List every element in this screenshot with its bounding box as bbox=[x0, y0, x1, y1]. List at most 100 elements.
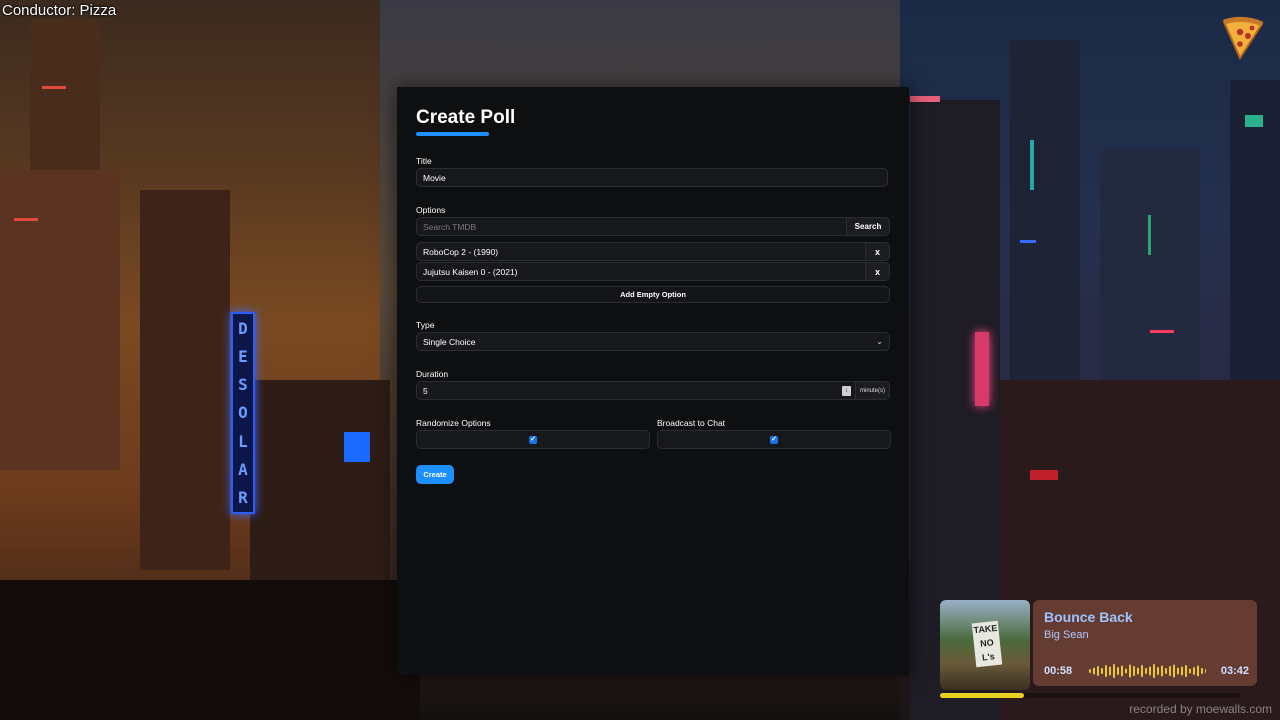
waveform-bar bbox=[1185, 665, 1187, 677]
waveform-bar bbox=[1117, 667, 1119, 675]
spinner-icon[interactable]: ↕ bbox=[842, 386, 851, 396]
waveform-bar bbox=[1101, 668, 1103, 674]
waveform-bar bbox=[1129, 664, 1131, 678]
neon-letter: A bbox=[238, 460, 248, 480]
remove-option-button[interactable]: x bbox=[865, 262, 890, 281]
track-artist: Big Sean bbox=[1044, 629, 1089, 641]
watermark: recorded by moewalls.com bbox=[1129, 702, 1272, 716]
type-label: Type bbox=[416, 320, 435, 330]
waveform-bar bbox=[1149, 666, 1151, 676]
title-input[interactable]: Movie bbox=[416, 168, 888, 187]
duration-value: 5 bbox=[423, 385, 428, 396]
create-poll-panel: Create Poll Title Movie Options Search T… bbox=[397, 87, 909, 675]
light bbox=[42, 86, 66, 89]
duration-label: Duration bbox=[416, 369, 449, 379]
option-input[interactable]: Jujutsu Kaisen 0 - (2021) bbox=[416, 262, 865, 281]
waveform-bar bbox=[1105, 665, 1107, 677]
waveform-bar bbox=[1161, 665, 1163, 677]
waveform-bar bbox=[1093, 667, 1095, 675]
broadcast-checkbox[interactable]: ✓ bbox=[770, 435, 778, 444]
building bbox=[0, 170, 120, 470]
waveform-bar bbox=[1153, 664, 1155, 678]
waveform-bar bbox=[1165, 668, 1167, 674]
waveform-bar bbox=[1201, 668, 1203, 674]
broadcast-checkbox-field[interactable]: ✓ bbox=[657, 430, 891, 449]
randomize-label: Randomize Options bbox=[416, 418, 491, 428]
waveform-bar bbox=[1145, 668, 1147, 674]
title-underline bbox=[416, 132, 489, 136]
building bbox=[250, 380, 390, 580]
options-label: Options bbox=[416, 205, 446, 215]
album-art-sign: TAKE NO L's bbox=[971, 620, 1003, 668]
duration-row: 5 ↕ minute(s) bbox=[416, 381, 890, 400]
title-label: Title bbox=[416, 156, 432, 166]
neon-letter: R bbox=[238, 488, 248, 508]
duration-unit: minute(s) bbox=[855, 381, 890, 400]
option-row: Jujutsu Kaisen 0 - (2021) x bbox=[416, 262, 890, 281]
building bbox=[1010, 40, 1080, 420]
album-art: TAKE NO L's bbox=[940, 600, 1030, 690]
pink-neon-sign bbox=[975, 332, 989, 406]
progress-fill bbox=[940, 693, 1024, 698]
light bbox=[910, 96, 940, 102]
randomize-checkbox[interactable]: ✓ bbox=[529, 435, 537, 444]
remove-option-button[interactable]: x bbox=[865, 242, 890, 261]
light bbox=[1030, 470, 1058, 480]
current-time: 00:58 bbox=[1044, 665, 1073, 677]
tmdb-search-input[interactable]: Search TMDB bbox=[416, 217, 846, 236]
neon-letter: D bbox=[238, 318, 248, 338]
add-empty-option-button[interactable]: Add Empty Option bbox=[416, 286, 890, 303]
neon-letter: L bbox=[238, 431, 248, 451]
light bbox=[1030, 140, 1034, 190]
waveform-bar bbox=[1173, 664, 1175, 678]
light bbox=[1150, 330, 1174, 333]
waveform-bar bbox=[1089, 669, 1091, 673]
waveform-bar bbox=[1109, 666, 1111, 676]
chevron-down-icon: ⌄ bbox=[876, 337, 883, 346]
waveform-bar bbox=[1205, 669, 1206, 673]
waveform-bar bbox=[1197, 665, 1199, 677]
desolar-neon-sign: D E S O L A R bbox=[231, 312, 255, 514]
neon-letter: S bbox=[238, 375, 248, 395]
neon-letter: O bbox=[238, 403, 248, 423]
tmdb-search-row: Search TMDB Search bbox=[416, 217, 890, 236]
broadcast-label: Broadcast to Chat bbox=[657, 418, 726, 428]
search-button[interactable]: Search bbox=[846, 217, 890, 236]
light bbox=[344, 432, 370, 462]
waveform-bar bbox=[1141, 665, 1143, 677]
waveform-bar bbox=[1133, 666, 1135, 676]
waveform-bar bbox=[1121, 665, 1123, 677]
type-select-value: Single Choice bbox=[423, 336, 476, 347]
now-playing-widget: TAKE NO L's Bounce Back Big Sean 00:58 0… bbox=[940, 600, 1257, 698]
track-title: Bounce Back bbox=[1044, 609, 1133, 625]
total-time: 03:42 bbox=[1220, 665, 1249, 677]
option-input[interactable]: RoboCop 2 - (1990) bbox=[416, 242, 865, 261]
page-title: Create Poll bbox=[416, 107, 516, 128]
pizza-icon bbox=[1222, 16, 1264, 61]
waveform-bar bbox=[1169, 666, 1171, 676]
waveform-bar bbox=[1181, 666, 1183, 676]
light bbox=[1020, 240, 1036, 243]
waveform-bar bbox=[1125, 668, 1127, 674]
building bbox=[0, 580, 420, 720]
waveform-bar bbox=[1113, 664, 1115, 678]
waveform-bar bbox=[1137, 667, 1139, 675]
duration-input[interactable]: 5 ↕ bbox=[416, 381, 855, 400]
conductor-label: Conductor: Pizza bbox=[2, 2, 117, 19]
waveform-bar bbox=[1189, 668, 1191, 674]
light bbox=[1148, 215, 1151, 255]
waveform-bar bbox=[1097, 666, 1099, 676]
building bbox=[140, 190, 230, 570]
progress-track bbox=[940, 693, 1240, 698]
waveform-bar bbox=[1177, 667, 1179, 675]
type-select[interactable]: Single Choice ⌄ bbox=[416, 332, 890, 351]
create-button[interactable]: Create bbox=[416, 465, 454, 484]
option-row: RoboCop 2 - (1990) x bbox=[416, 242, 890, 261]
now-playing-info: Bounce Back Big Sean 00:58 03:42 bbox=[1033, 600, 1257, 686]
waveform-bar bbox=[1157, 667, 1159, 675]
waveform-bar bbox=[1193, 667, 1195, 675]
randomize-checkbox-field[interactable]: ✓ bbox=[416, 430, 650, 449]
neon-letter: E bbox=[238, 346, 248, 366]
light bbox=[1245, 115, 1263, 127]
light bbox=[14, 218, 38, 221]
